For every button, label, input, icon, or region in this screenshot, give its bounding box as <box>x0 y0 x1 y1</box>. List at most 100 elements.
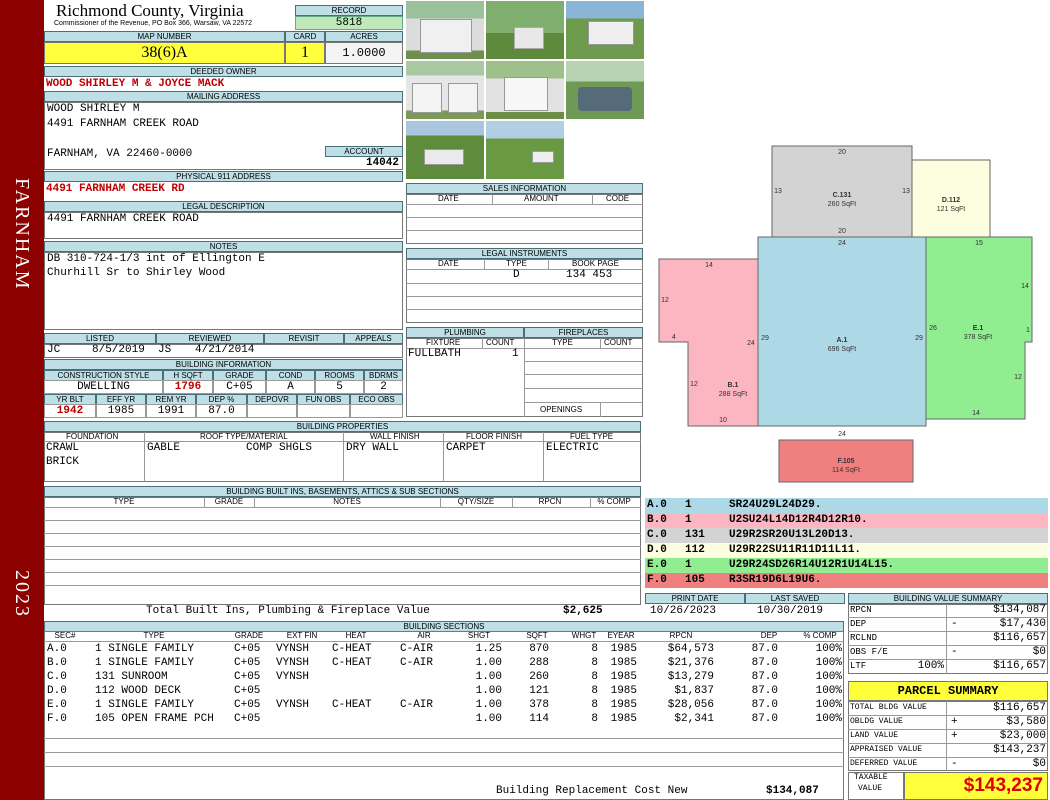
table-cell: 100% <box>815 643 842 655</box>
table-cell: $1,837 <box>674 685 714 697</box>
sketch-code-num: 1 <box>685 499 692 511</box>
sketch-code-sec: A.0 <box>647 499 667 511</box>
deeded-owner-value: WOOD SHIRLEY M & JOYCE MACK <box>46 78 225 90</box>
table-cell: 1985 <box>610 643 637 655</box>
table-cell: C+05 <box>234 699 261 711</box>
table-row: E.0 1 SINGLE FAMILY C+05 VYNSH C-HEAT C-AIR 1.… <box>0 698 844 712</box>
table-cell: 1.00 <box>475 699 502 711</box>
sketch-dim: 14 <box>1021 283 1029 290</box>
revisit-header: REVISIT <box>264 333 344 344</box>
table-cell: 100% <box>815 713 842 725</box>
physical-address-value: 4491 FARNHAM CREEK RD <box>46 183 185 195</box>
sketch-area-e: 378 SqFt <box>964 334 992 341</box>
table-cell: 8 <box>591 671 598 683</box>
sketch-dim: 12 <box>1014 374 1022 381</box>
table-cell: 1985 <box>610 685 637 697</box>
table-cell: 100% <box>815 671 842 683</box>
sections-col: RPCN <box>669 631 693 640</box>
sections-col: HEAT <box>345 631 367 640</box>
appraised-label: APPRAISED VALUE <box>850 745 923 754</box>
sketch-dim: 13 <box>902 188 910 195</box>
plumbing-count-col: COUNT <box>486 338 515 347</box>
table-cell: VYNSH <box>276 657 310 669</box>
table-cell: 288 <box>529 657 549 669</box>
table-cell: 100% <box>815 699 842 711</box>
sections-col: AIR <box>417 631 431 640</box>
sketch-code-code: U2SU24L14D12R4D12R10. <box>729 514 868 526</box>
deferred-value: $0 <box>1032 758 1046 770</box>
table-cell: A.0 <box>47 643 67 655</box>
sketch-label-a: A.1 <box>837 337 848 344</box>
sketch-area-a: 696 SqFt <box>828 346 856 353</box>
table-cell: 1.00 <box>475 685 502 697</box>
table-cell: C+05 <box>234 657 261 669</box>
table-cell: C+05 <box>234 671 261 683</box>
sketch-code-row: E.0 1 U29R24SD26R14U12R1U14L15. <box>645 558 1048 573</box>
sketch-code-code: SR24U29L24D29. <box>729 499 822 511</box>
table-cell: $13,279 <box>667 671 714 683</box>
table-cell: 1985 <box>610 671 637 683</box>
taxable-label-2: VALUE <box>858 784 883 793</box>
dep-value: $17,430 <box>999 618 1046 630</box>
built-ins-col: RPCN <box>538 497 562 506</box>
table-cell: C-HEAT <box>332 657 372 669</box>
sketch-dim: 12 <box>690 381 698 388</box>
table-row: F.0 105 OPEN FRAME PCH C+05 1.00 114 8 1985 $2,… <box>0 712 844 726</box>
listed-date: 8/5/2019 <box>92 344 145 356</box>
deeded-owner-header: DEEDED OWNER <box>44 66 403 77</box>
sections-col: SQFT <box>526 631 548 640</box>
sketch-area-c: 260 SqFt <box>828 201 856 208</box>
built-ins-total-value: $2,625 <box>563 605 603 617</box>
taxable-label-1: TAXABLE <box>854 773 888 782</box>
print-date-value: 10/26/2023 <box>650 605 717 617</box>
parcel-summary-header: PARCEL SUMMARY <box>848 681 1048 701</box>
building-sketch: C.131 260 SqFt D.112 121 SqFt A.1 696 Sq… <box>658 145 1033 483</box>
table-cell: 1 SINGLE FAMILY <box>95 699 195 711</box>
table-cell: 8 <box>591 699 598 711</box>
table-cell: C.0 <box>47 671 67 683</box>
building-info-value: 87.0 <box>196 404 247 418</box>
table-cell: C+05 <box>234 713 261 725</box>
table-cell: E.0 <box>47 699 67 711</box>
legal-description-header: LEGAL DESCRIPTION <box>44 201 403 212</box>
roof-type-value: GABLE <box>147 442 181 454</box>
instruments-date-col: DATE <box>438 259 459 268</box>
record-value: 5818 <box>295 16 403 30</box>
sketch-code-row: C.0 131 U29R2SR20U13L20D13. <box>645 528 1048 543</box>
reviewed-by: JS <box>158 344 172 356</box>
garage-photo-2 <box>405 60 485 120</box>
building-info-value: 1991 <box>146 404 196 418</box>
garage-photo-1 <box>405 0 485 60</box>
table-cell: 100% <box>815 685 842 697</box>
rclnd-label: RCLND <box>850 633 878 643</box>
table-cell: 8 <box>591 713 598 725</box>
obs-value: $0 <box>1032 646 1046 658</box>
table-cell: $64,573 <box>667 643 714 655</box>
sketch-dim: 20 <box>838 228 846 235</box>
plumbing-count: 1 <box>512 348 519 360</box>
truck-photo <box>565 60 645 120</box>
map-number-header: MAP NUMBER <box>44 31 285 42</box>
print-date-header: PRINT DATE <box>645 593 745 604</box>
sketch-dim: 24 <box>838 431 846 438</box>
sketch-code-row: F.0 105 R3SR19D6L19U6. <box>645 573 1048 588</box>
sections-col: % COMP <box>803 631 837 640</box>
deferred-label: DEFERRED VALUE <box>850 759 918 768</box>
sketch-label-d: D.112 <box>942 197 960 204</box>
sketch-code-sec: C.0 <box>647 529 667 541</box>
roof-material-value: COMP SHGLS <box>246 442 313 454</box>
land-value: $23,000 <box>999 730 1046 742</box>
building-info-value: 1985 <box>96 404 146 418</box>
floor-finish-value: CARPET <box>446 442 486 454</box>
sketch-code-row: A.0 1 SR24U29L24D29. <box>645 498 1048 513</box>
building-info-value: 2 <box>364 380 403 394</box>
mailing-line-2: 4491 FARNHAM CREEK ROAD <box>47 118 199 130</box>
land-label: LAND VALUE <box>850 731 899 740</box>
legal-instruments-header: LEGAL INSTRUMENTS <box>406 248 643 259</box>
table-cell: 121 <box>529 685 549 697</box>
table-cell: 105 OPEN FRAME PCH <box>95 713 214 725</box>
built-ins-col: QTY/SIZE <box>457 497 495 506</box>
building-info-value: 1942 <box>44 404 96 418</box>
sections-col: GRADE <box>234 631 264 640</box>
physical-address-header: PHYSICAL 911 ADDRESS <box>44 171 403 182</box>
